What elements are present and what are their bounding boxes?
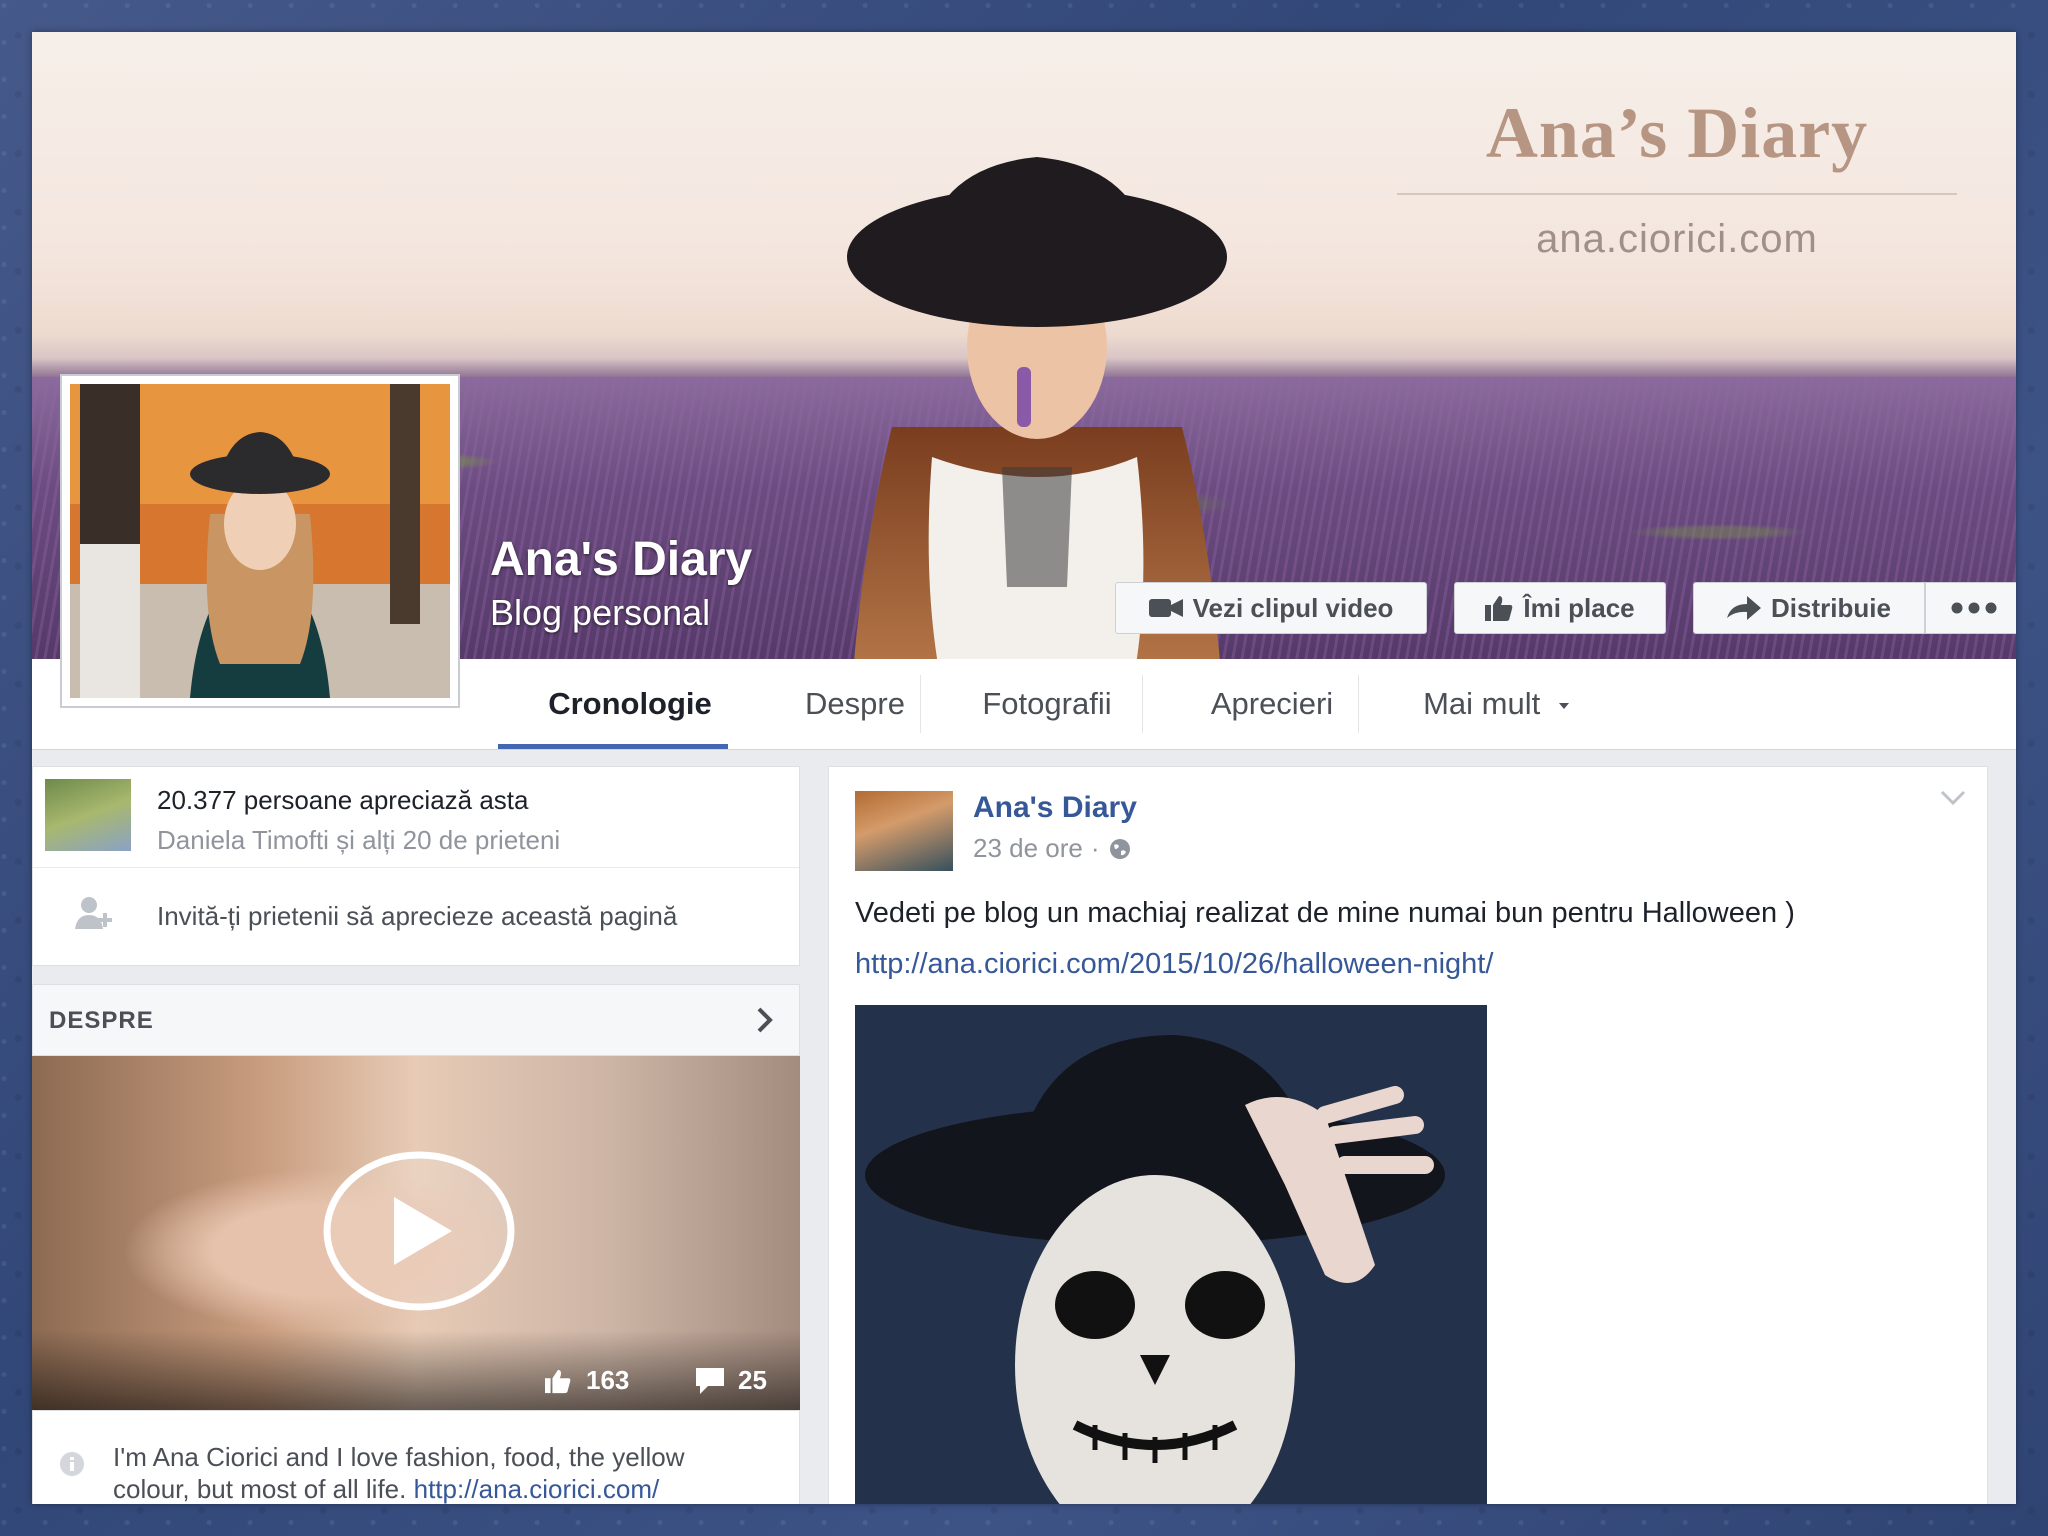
thumbs-up-icon: [1485, 596, 1513, 621]
video-comment-count-value: 25: [738, 1365, 767, 1395]
video-like-count-value: 163: [586, 1365, 630, 1395]
cover-brand-divider: [1397, 193, 1957, 195]
post-meta: 23 de ore ·: [973, 833, 1132, 864]
share-arrow-icon: [1727, 596, 1762, 620]
comment-icon: [696, 1367, 724, 1394]
tab-separator: [1142, 675, 1143, 733]
video-like-count: 163: [544, 1365, 629, 1396]
post-options-caret-icon[interactable]: [1939, 789, 1967, 807]
about-section-header[interactable]: DESPRE: [32, 984, 800, 1056]
likes-friends[interactable]: Daniela Timofti și alți 20 de prieteni: [157, 825, 560, 856]
about-video[interactable]: 163 25: [32, 1056, 800, 1410]
more-options-button[interactable]: [1925, 582, 2016, 634]
thumbs-up-icon: [545, 1369, 571, 1393]
info-icon: [60, 1452, 84, 1476]
page-title: Ana's Diary: [490, 533, 753, 586]
share-button[interactable]: Distribuie: [1693, 582, 1925, 634]
timeline-post: Ana's Diary 23 de ore · Vedeti pe blog u…: [828, 766, 1988, 1504]
page-category: Blog personal: [490, 592, 711, 633]
post-text: Vedeti pe blog un machiaj realizat de mi…: [855, 897, 1795, 929]
about-website-link[interactable]: http://ana.ciorici.com/: [414, 1474, 660, 1504]
share-label: Distribuie: [1771, 592, 1891, 623]
chevron-right-icon: [757, 1007, 773, 1033]
more-dots-icon: [1951, 602, 1997, 614]
cover-brand-url: ana.ciorici.com: [1536, 217, 1818, 261]
tab-separator: [920, 675, 921, 733]
tab-mai-mult-label: Mai mult: [1423, 686, 1541, 721]
cover-brand-overlay: Ana’s Diary ana.ciorici.com: [1382, 92, 1972, 262]
cover-brand-title: Ana’s Diary: [1485, 93, 1869, 173]
video-overlay-shade: [32, 1330, 800, 1410]
play-icon[interactable]: [322, 1151, 516, 1311]
profile-photo: [70, 384, 450, 698]
about-description-line1: I'm Ana Ciorici and I love fashion, food…: [113, 1442, 685, 1472]
globe-icon[interactable]: [1108, 837, 1132, 861]
post-photo[interactable]: [855, 1005, 1487, 1504]
video-comment-count: 25: [696, 1365, 767, 1396]
video-camera-icon: [1148, 599, 1183, 617]
tab-separator: [1358, 675, 1359, 733]
post-author-name[interactable]: Ana's Diary: [973, 791, 1137, 825]
like-page-button[interactable]: Îmi place: [1454, 582, 1666, 634]
tab-despre[interactable]: Despre: [760, 659, 950, 749]
about-description: I'm Ana Ciorici and I love fashion, food…: [113, 1441, 773, 1504]
likes-count[interactable]: 20.377 persoane apreciază asta: [157, 785, 529, 816]
caret-down-icon: [1558, 702, 1569, 709]
active-tab-indicator: [498, 744, 728, 749]
profile-picture[interactable]: [60, 374, 460, 708]
video-placeholder: [32, 1056, 33, 1057]
about-description-card: I'm Ana Ciorici and I love fashion, food…: [32, 1410, 800, 1504]
tab-cronologie[interactable]: Cronologie: [500, 659, 760, 749]
about-description-line2: colour, but most of all life.: [113, 1474, 407, 1504]
meta-separator: ·: [1090, 833, 1100, 863]
like-page-label: Îmi place: [1523, 592, 1635, 623]
post-author-avatar[interactable]: [855, 791, 953, 871]
post-link[interactable]: http://ana.ciorici.com/2015/10/26/hallow…: [855, 948, 1493, 981]
watch-video-button[interactable]: Vezi clipul video: [1115, 582, 1427, 634]
invite-friends-link[interactable]: Invită-ți prietenii să aprecieze această…: [157, 901, 677, 932]
post-timestamp[interactable]: 23 de ore: [973, 833, 1083, 864]
watch-video-label: Vezi clipul video: [1192, 592, 1394, 623]
about-section-title: DESPRE: [49, 1007, 154, 1034]
add-friend-icon: [75, 897, 112, 929]
tab-fotografii[interactable]: Fotografii: [932, 659, 1162, 749]
tab-mai-mult[interactable]: Mai mult: [1382, 659, 1612, 749]
cover-model-figure: [847, 157, 1227, 659]
liker-thumbnail[interactable]: [45, 779, 131, 851]
card-divider: [33, 867, 799, 868]
tab-aprecieri[interactable]: Aprecieri: [1162, 659, 1382, 749]
likes-card: 20.377 persoane apreciază asta Daniela T…: [32, 766, 800, 966]
facebook-page: Ana’s Diary ana.ciorici.com Ana's Diary …: [32, 32, 2016, 1504]
